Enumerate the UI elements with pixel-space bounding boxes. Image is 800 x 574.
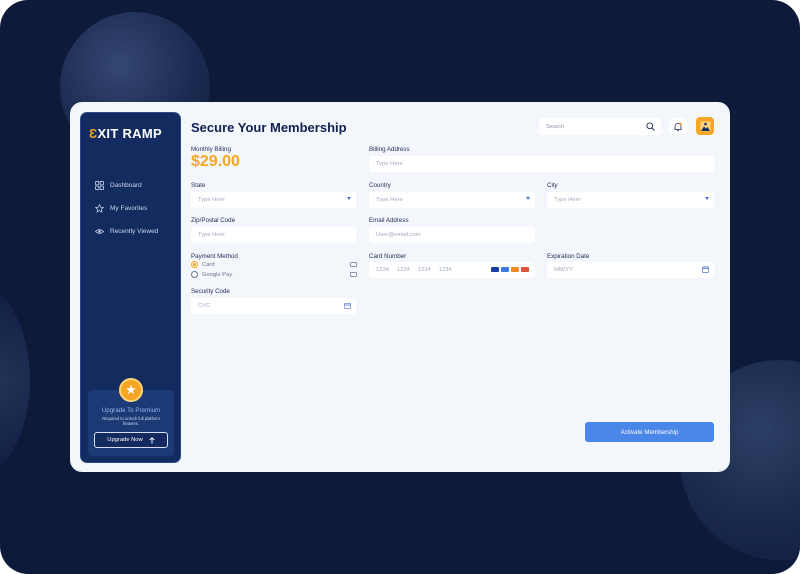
expiration-label: Expiration Date bbox=[547, 253, 590, 260]
card-cvc-icon bbox=[344, 303, 351, 309]
email-label: Email Address bbox=[369, 217, 409, 224]
star-icon bbox=[95, 203, 104, 213]
logo: ƐXIT RAMP bbox=[89, 126, 162, 141]
country-label: Country bbox=[369, 182, 391, 189]
zip-field[interactable]: Type Here bbox=[191, 227, 356, 243]
sidebar-item-label: Dashboard bbox=[110, 181, 142, 189]
upgrade-card: ★ Upgrade To Premium Required to unlock … bbox=[88, 378, 174, 456]
sidebar-item-label: My Favorites bbox=[110, 204, 148, 212]
upgrade-button-label: Upgrade Now bbox=[107, 437, 143, 443]
star-icon: ★ bbox=[119, 378, 143, 402]
sidebar: ƐXIT RAMP Dashboard My Favorites Recentl… bbox=[80, 112, 181, 463]
card-group: 1234 bbox=[376, 267, 389, 273]
bell-icon bbox=[674, 122, 682, 131]
avatar[interactable] bbox=[696, 117, 714, 135]
country-placeholder: Type Here bbox=[376, 197, 403, 203]
security-code-field[interactable]: CVC bbox=[191, 298, 356, 314]
upgrade-now-button[interactable]: Upgrade Now bbox=[94, 432, 168, 448]
expiration-field[interactable]: MM/YY bbox=[547, 262, 714, 278]
payment-option-label: Google Pay bbox=[202, 271, 233, 278]
page-background: ƐXIT RAMP Dashboard My Favorites Recentl… bbox=[0, 0, 800, 574]
card-group: 1234 bbox=[396, 267, 410, 273]
eye-icon bbox=[95, 228, 104, 234]
amex-icon bbox=[501, 267, 509, 272]
card-number-label: Card Number bbox=[369, 253, 407, 260]
payment-option-label: Card bbox=[202, 261, 215, 268]
card-group: 1234 bbox=[417, 267, 431, 273]
payment-option-google-pay[interactable]: Google Pay bbox=[191, 271, 232, 278]
billing-address-field[interactable]: Type Here bbox=[369, 156, 714, 172]
email-field[interactable]: User@email.com bbox=[369, 227, 535, 243]
discover-icon bbox=[521, 267, 529, 272]
price-value: $29.00 bbox=[191, 153, 240, 170]
arrow-up-icon bbox=[149, 436, 155, 443]
sidebar-item-favorites[interactable]: My Favorites bbox=[95, 201, 147, 215]
radio-selected[interactable] bbox=[191, 261, 198, 268]
grid-icon bbox=[95, 180, 104, 190]
chevron-down-icon bbox=[526, 197, 530, 200]
sidebar-item-label: Recently Viewed bbox=[110, 227, 159, 235]
search-input[interactable]: Search bbox=[539, 118, 661, 135]
monthly-billing-label: Monthly Billing bbox=[191, 146, 231, 153]
zip-placeholder: Type Here bbox=[198, 232, 225, 238]
decorative-orb bbox=[0, 280, 30, 480]
state-label: State bbox=[191, 182, 206, 189]
credit-card-icon bbox=[350, 262, 357, 267]
payment-method-label: Payment Method bbox=[191, 253, 238, 260]
city-placeholder: Type Here bbox=[554, 197, 581, 203]
state-select[interactable]: Type Here bbox=[191, 192, 356, 208]
card-group: 1234 bbox=[438, 267, 452, 273]
calendar-icon[interactable] bbox=[702, 266, 709, 273]
search-icon[interactable] bbox=[646, 122, 655, 131]
billing-address-label: Billing Address bbox=[369, 146, 410, 153]
sidebar-item-dashboard[interactable]: Dashboard bbox=[95, 178, 142, 192]
page-title: Secure Your Membership bbox=[191, 120, 347, 135]
upgrade-subtitle: Required to unlock full platform feature… bbox=[102, 416, 160, 427]
user-avatar-icon bbox=[700, 121, 710, 131]
city-select[interactable]: Type Here bbox=[547, 192, 714, 208]
city-label: City bbox=[547, 182, 558, 189]
state-placeholder: Type Here bbox=[198, 197, 225, 203]
sidebar-item-recently-viewed[interactable]: Recently Viewed bbox=[95, 224, 158, 238]
zip-label: Zip/Postal Code bbox=[191, 217, 236, 224]
activate-membership-button[interactable]: Activate Membership bbox=[585, 422, 714, 442]
payment-option-card[interactable]: Card bbox=[191, 261, 215, 268]
notifications-button[interactable] bbox=[669, 118, 687, 135]
security-code-label: Security Code bbox=[191, 288, 230, 295]
google-pay-icon bbox=[350, 272, 357, 277]
country-select[interactable]: Type Here bbox=[369, 192, 535, 208]
email-placeholder: User@email.com bbox=[376, 232, 421, 238]
card-brand-icons bbox=[491, 267, 529, 272]
mastercard-icon bbox=[511, 267, 519, 272]
chevron-down-icon bbox=[347, 197, 351, 200]
search-placeholder: Search bbox=[546, 123, 565, 130]
expiration-placeholder: MM/YY bbox=[554, 267, 574, 273]
visa-icon bbox=[491, 267, 499, 272]
upgrade-title: Upgrade To Premium bbox=[101, 407, 161, 414]
chevron-down-icon bbox=[705, 197, 709, 200]
security-code-placeholder: CVC bbox=[198, 303, 211, 309]
card-number-field[interactable]: 1234 1234 1234 1234 bbox=[369, 262, 535, 278]
radio-unselected[interactable] bbox=[191, 271, 198, 278]
app-window: ƐXIT RAMP Dashboard My Favorites Recentl… bbox=[70, 102, 730, 472]
billing-address-placeholder: Type Here bbox=[376, 161, 403, 167]
